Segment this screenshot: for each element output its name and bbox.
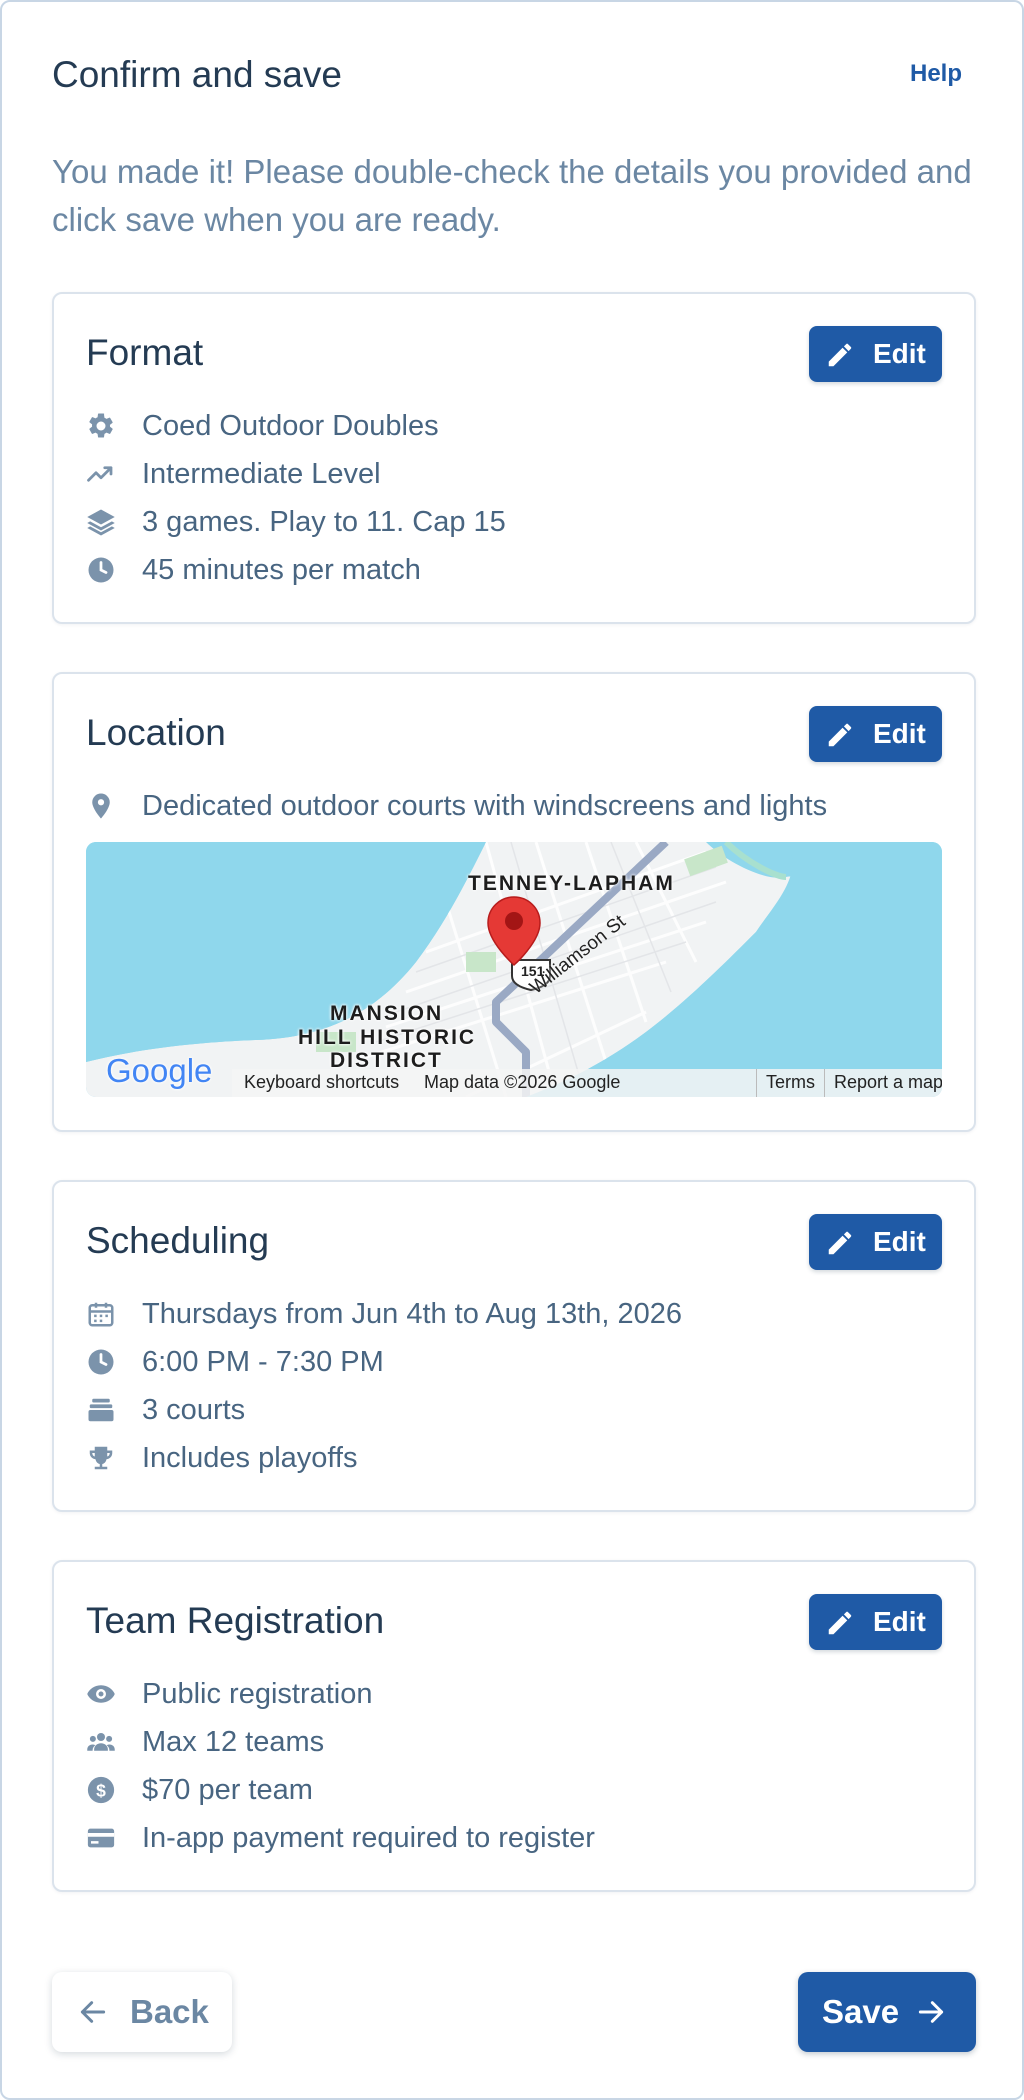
page-title: Confirm and save [52,54,342,95]
pencil-icon [828,1231,852,1255]
edit-label: Edit [873,338,926,369]
registration-edit-button[interactable]: Edit [809,1594,942,1650]
help-link[interactable]: Help [910,60,962,88]
courts-icon [88,1398,114,1422]
scheduling-courts-text: 3 courts [142,1394,246,1426]
divider [824,1069,825,1097]
location-description-text: Dedicated outdoor courts with windscreen… [142,790,828,822]
format-edit-button[interactable]: Edit [809,326,942,382]
map-data-text: Map data ©2026 Google [424,1072,621,1092]
divider [756,1069,757,1097]
intro-text: You made it! Please double-check the det… [52,153,972,238]
header: Confirm and save Help [52,52,972,102]
format-title: Format [86,332,204,373]
map-attribution-bar: Keyboard shortcuts Map data ©2026 Google… [232,1069,942,1097]
credit-card-icon [87,1828,115,1848]
scheduling-dates-text: Thursdays from Jun 4th to Aug 13th, 2026 [142,1298,683,1330]
clock-icon [88,557,114,583]
gear-icon [89,413,113,438]
location-edit-button[interactable]: Edit [809,706,942,762]
confirm-panel: Confirm and save Help You made it! Pleas… [0,0,1024,2100]
trending-up-icon [87,466,113,482]
map-label-tenney-lapham: TENNEY-LAPHAM [468,872,675,895]
map-label-mansion: MANSION [330,1002,444,1025]
registration-max-teams-text: Max 12 teams [142,1726,325,1758]
format-card: Format Edit Coed Outdoor Doubles Interme… [52,292,976,624]
map-label-hill-historic: HILL HISTORIC [298,1026,477,1049]
keyboard-shortcuts-link[interactable]: Keyboard shortcuts [244,1072,399,1093]
scheduling-edit-button[interactable]: Edit [809,1214,942,1270]
map-pin-icon [92,793,110,819]
back-button[interactable]: Back [52,1972,232,2052]
report-map-error-link[interactable]: Report a map error [834,1072,942,1093]
location-map[interactable]: TENNEY-LAPHAM MANSION HILL HISTORIC DIST… [86,842,942,1097]
calendar-icon [88,1302,114,1327]
format-games-text: 3 games. Play to 11. Cap 15 [142,506,506,538]
format-duration-text: 45 minutes per match [142,554,421,586]
dollar-icon: $ [87,1776,115,1804]
pencil-icon [828,723,852,747]
registration-card: Team Registration Edit Public registrati… [52,1560,976,1892]
map-label-route: 151 [521,963,545,979]
pencil-icon [828,343,852,367]
save-button[interactable]: Save [798,1972,976,2052]
format-level-text: Intermediate Level [142,458,381,490]
eye-icon [87,1685,115,1703]
registration-title: Team Registration [86,1600,385,1641]
clock-icon [88,1349,114,1375]
edit-label: Edit [873,1226,926,1257]
registration-price-text: $70 per team [142,1774,313,1806]
arrow-right-icon [918,2001,944,2023]
scheduling-card: Scheduling Edit Thursdays from Jun 4th t… [52,1180,976,1512]
registration-payment-text: In-app payment required to register [142,1822,595,1854]
layers-icon [87,509,115,536]
registration-visibility-text: Public registration [142,1678,373,1710]
scheduling-playoffs-text: Includes playoffs [142,1442,358,1474]
location-title: Location [86,712,226,753]
save-label: Save [822,1993,900,2030]
scheduling-time-text: 6:00 PM - 7:30 PM [142,1346,384,1378]
map-terms-link[interactable]: Terms [766,1072,815,1093]
back-label: Back [130,1993,209,2030]
users-icon [87,1733,115,1751]
arrow-left-icon [80,2001,106,2023]
scheduling-title: Scheduling [86,1220,270,1261]
pencil-icon [828,1611,852,1635]
trophy-icon [89,1446,113,1470]
google-logo: Google [106,1052,213,1089]
edit-label: Edit [873,1606,926,1637]
svg-text:$: $ [96,1780,106,1800]
edit-label: Edit [873,718,926,749]
format-type-text: Coed Outdoor Doubles [142,410,439,442]
location-card: Location Edit Dedicated outdoor courts w… [52,672,976,1132]
